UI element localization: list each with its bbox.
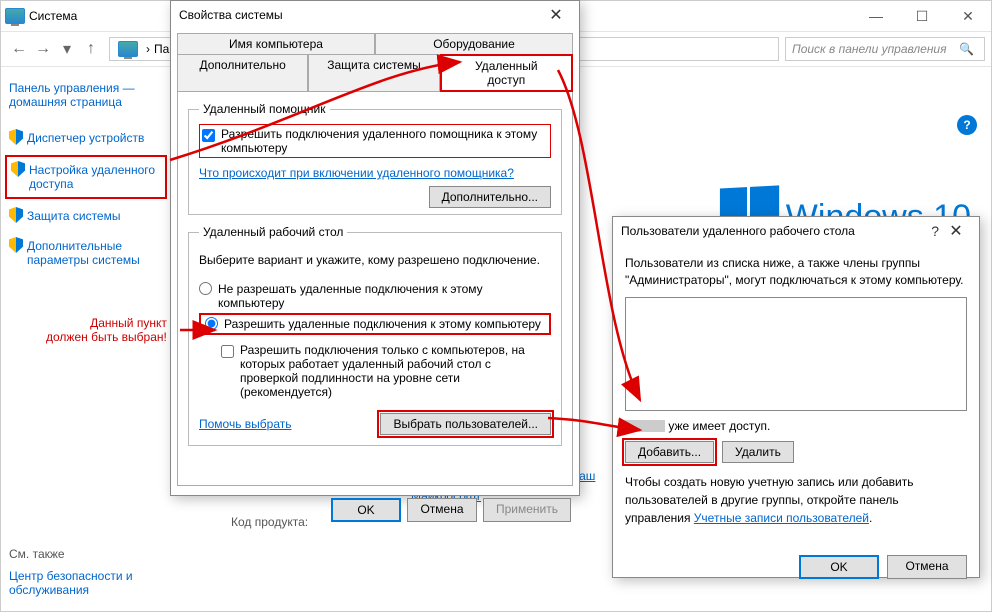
shield-icon <box>9 237 23 253</box>
minimize-button[interactable]: — <box>853 1 899 31</box>
search-icon: 🔍 <box>959 42 974 56</box>
select-users-button[interactable]: Выбрать пользователей... <box>380 413 551 435</box>
help-icon[interactable]: ? <box>957 115 977 135</box>
tab-advanced[interactable]: Дополнительно <box>177 54 308 91</box>
tab-hardware[interactable]: Оборудование <box>375 33 573 54</box>
allow-remote-assistance-checkbox[interactable] <box>202 129 215 142</box>
system-properties-dialog: Свойства системы ✕ Имя компьютера Оборуд… <box>170 0 580 496</box>
tab-computer-name[interactable]: Имя компьютера <box>177 33 375 54</box>
user-accounts-link[interactable]: Учетные записи пользователей <box>694 511 869 525</box>
sidebar-item-advanced[interactable]: Дополнительные параметры системы <box>9 231 163 275</box>
remote-desktop-group: Удаленный рабочий стол Выберите вариант … <box>188 225 562 446</box>
shield-icon <box>9 129 23 145</box>
see-also-label: См. также <box>9 547 163 561</box>
shield-icon <box>11 161 25 177</box>
users-listbox[interactable] <box>625 297 967 411</box>
remote-assistance-group: Удаленный помощник Разрешить подключения… <box>188 102 562 215</box>
control-panel-home-link[interactable]: Панель управления — домашняя страница <box>9 77 163 113</box>
annotation-text: Данный пункт должен быть выбран! <box>46 316 167 344</box>
username-redacted <box>625 420 665 432</box>
dialog-button-row: OK Отмена Применить <box>171 492 579 528</box>
help-choose-link[interactable]: Помочь выбрать <box>199 417 292 431</box>
sidebar-item-device-manager[interactable]: Диспетчер устройств <box>9 123 163 153</box>
back-button[interactable]: ← <box>7 37 31 61</box>
security-center-link[interactable]: Центр безопасности и обслуживания <box>9 565 163 601</box>
close-button[interactable]: ✕ <box>941 221 971 241</box>
ok-button[interactable]: OK <box>799 555 879 579</box>
remote-assistance-help-link[interactable]: Что происходит при включении удаленного … <box>199 166 551 180</box>
remove-user-button[interactable]: Удалить <box>722 441 794 463</box>
recent-dropdown[interactable]: ▾ <box>55 37 79 61</box>
tab-protection[interactable]: Защита системы <box>308 54 439 91</box>
maximize-button[interactable]: ☐ <box>899 1 945 31</box>
search-input[interactable]: Поиск в панели управления 🔍 <box>785 37 985 61</box>
cancel-button[interactable]: Отмена <box>407 498 477 522</box>
tab-strip: Имя компьютера Оборудование Дополнительн… <box>171 29 579 91</box>
cancel-button[interactable]: Отмена <box>887 555 967 579</box>
add-user-button[interactable]: Добавить... <box>625 441 714 463</box>
help-button[interactable]: ? <box>931 223 939 239</box>
shield-icon <box>9 207 23 223</box>
sidebar-item-remote-settings[interactable]: Настройка удаленного доступа <box>5 155 167 199</box>
dialog-titlebar: Свойства системы ✕ <box>171 1 579 29</box>
close-button[interactable]: ✕ <box>541 5 571 25</box>
allow-remote-radio[interactable] <box>205 317 218 330</box>
sidebar-item-system-protection[interactable]: Защита системы <box>9 201 163 231</box>
deny-remote-radio[interactable] <box>199 282 212 295</box>
remote-desktop-users-dialog: Пользователи удаленного рабочего стола ?… <box>612 216 980 578</box>
tab-remote[interactable]: Удаленный доступ <box>440 54 573 92</box>
apply-button[interactable]: Применить <box>483 498 571 522</box>
ok-button[interactable]: OK <box>331 498 401 522</box>
nla-checkbox[interactable] <box>221 345 234 358</box>
system-icon <box>5 8 25 24</box>
breadcrumb-icon <box>118 41 138 57</box>
forward-button[interactable]: → <box>31 37 55 61</box>
up-button[interactable]: ↑ <box>79 37 103 61</box>
dialog-titlebar: Пользователи удаленного рабочего стола ?… <box>613 217 979 245</box>
remote-assistance-advanced-button[interactable]: Дополнительно... <box>429 186 551 208</box>
close-button[interactable]: ✕ <box>945 1 991 31</box>
tab-panel-remote: Удаленный помощник Разрешить подключения… <box>177 91 573 486</box>
